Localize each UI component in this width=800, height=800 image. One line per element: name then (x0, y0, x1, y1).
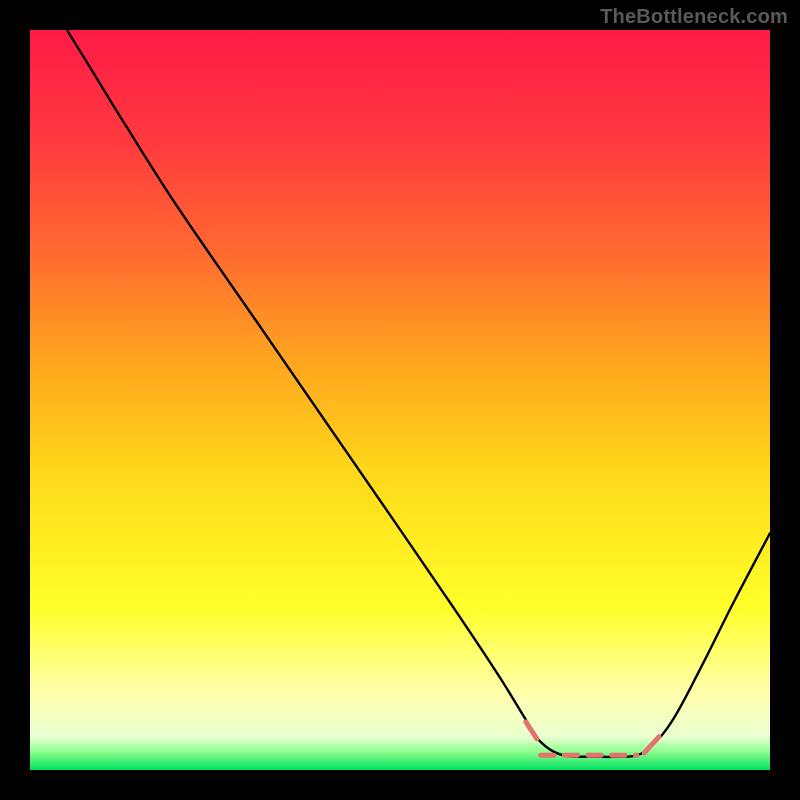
chart-gradient-background (30, 30, 770, 770)
chart-svg (30, 30, 770, 770)
chart-plot-area (30, 30, 770, 770)
watermark-text: TheBottleneck.com (600, 6, 788, 29)
